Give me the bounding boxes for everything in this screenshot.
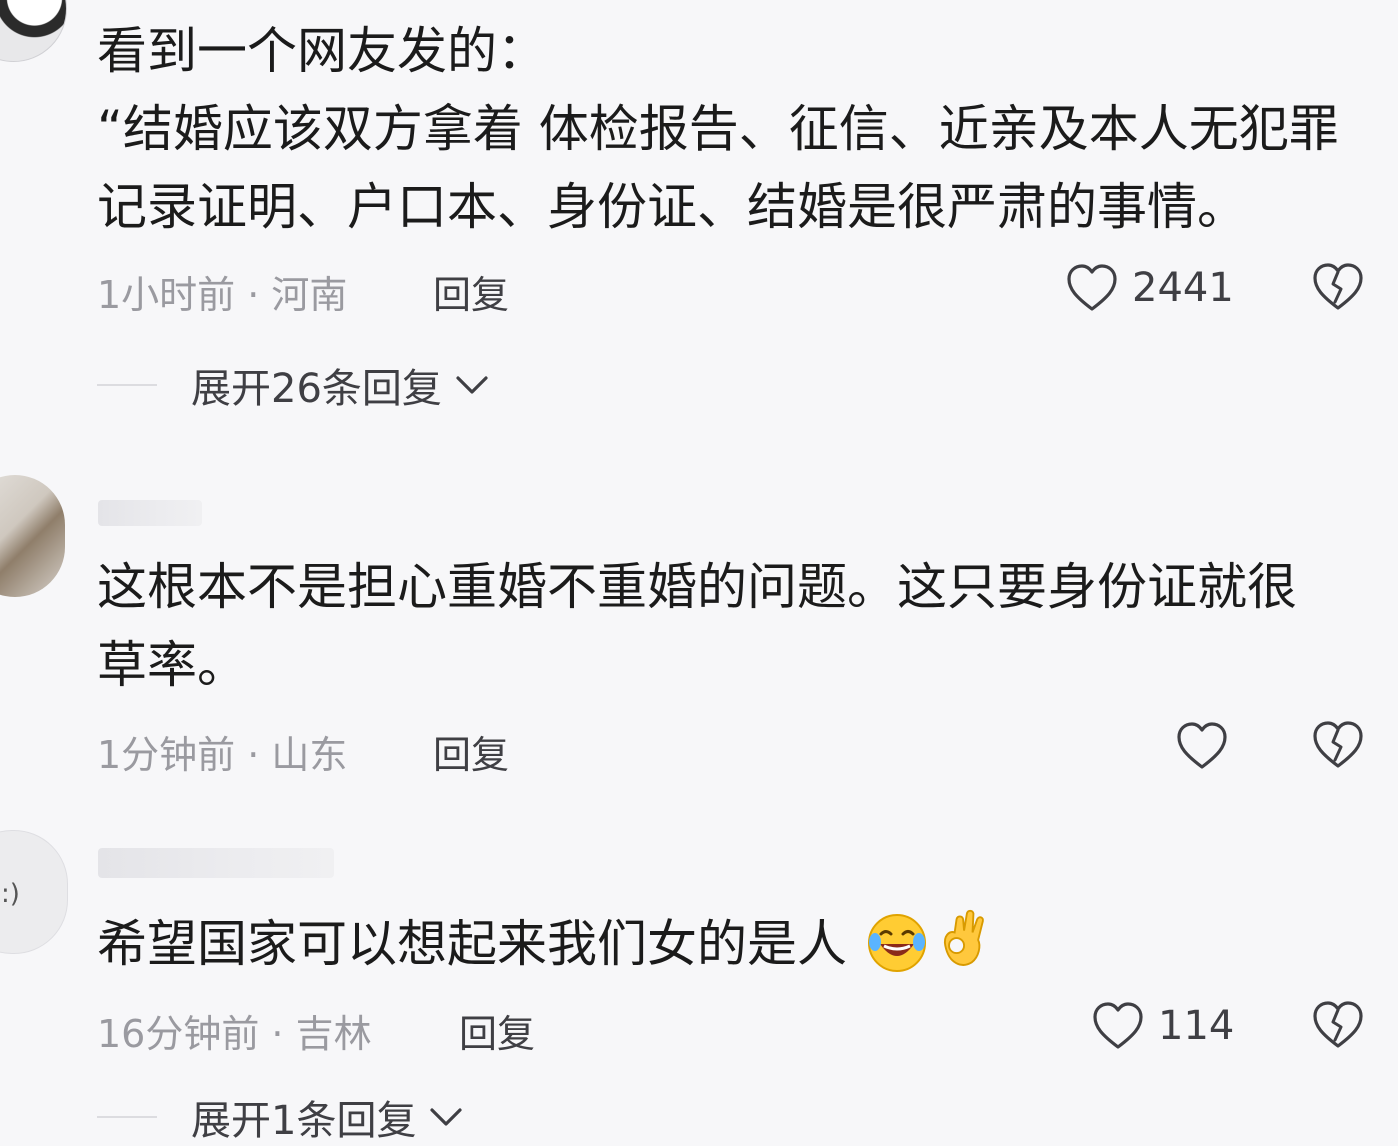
broken-heart-icon [1313,263,1363,310]
comment-text: 看到一个网友发的： [97,22,547,80]
heart-outline-icon [1177,722,1227,769]
timestamp-location: 1分钟前 · 山东 [97,733,348,777]
smiley-icon: :) [1,879,20,909]
chevron-down-icon [430,1108,463,1126]
avatar[interactable] [0,475,65,597]
like-button[interactable]: 114 [1092,1000,1234,1052]
comment-text: 这根本不是担心重婚不重婚的问题。这只要身份证就很 [97,558,1297,616]
reply-button[interactable]: 回复 [433,724,509,779]
like-button[interactable] [1176,720,1228,772]
divider [97,1116,157,1118]
heart-outline-icon [1093,1002,1143,1049]
reply-button[interactable]: 回复 [433,264,509,319]
expand-replies-label: 展开26条回复 [191,366,442,412]
avatar[interactable]: :) [0,830,68,954]
comment-meta: 16分钟前 · 吉林 回复 [97,1003,535,1058]
like-count: 2441 [1132,265,1234,311]
expand-replies-button[interactable]: 展开26条回复 [97,360,490,412]
divider [97,384,157,386]
user-name[interactable] [98,500,202,526]
ok-hand-emoji [943,909,984,966]
like-button[interactable]: 2441 [1066,262,1234,314]
dislike-button[interactable] [1312,262,1364,314]
comment-text: 希望国家可以想起来我们女的是人 [97,915,847,973]
heart-outline-icon [1067,264,1117,311]
comment-meta: 1小时前 · 河南 回复 [97,264,509,319]
timestamp-location: 1小时前 · 河南 [97,273,348,317]
user-name[interactable] [98,848,334,878]
comment-text: “结婚应该双方拿着 体检报告、征信、近亲及本人无犯罪 [97,100,1339,158]
comment-meta: 1分钟前 · 山东 回复 [97,724,509,779]
expand-replies-label: 展开1条回复 [191,1098,417,1144]
broken-heart-icon [1313,721,1363,768]
timestamp-location: 16分钟前 · 吉林 [97,1012,372,1056]
comment-text: 记录证明、户口本、身份证、结婚是很严肃的事情。 [97,178,1247,236]
laughing-crying-emoji [868,914,926,972]
like-count: 114 [1158,1003,1235,1049]
avatar[interactable] [0,0,67,62]
reply-button[interactable]: 回复 [459,1003,535,1058]
comment-text: 草率。 [97,636,247,694]
broken-heart-icon [1313,1001,1363,1048]
chevron-down-icon [456,376,488,394]
dislike-button[interactable] [1312,720,1364,772]
dislike-button[interactable] [1312,1000,1364,1052]
expand-replies-button[interactable]: 展开1条回复 [97,1092,464,1144]
